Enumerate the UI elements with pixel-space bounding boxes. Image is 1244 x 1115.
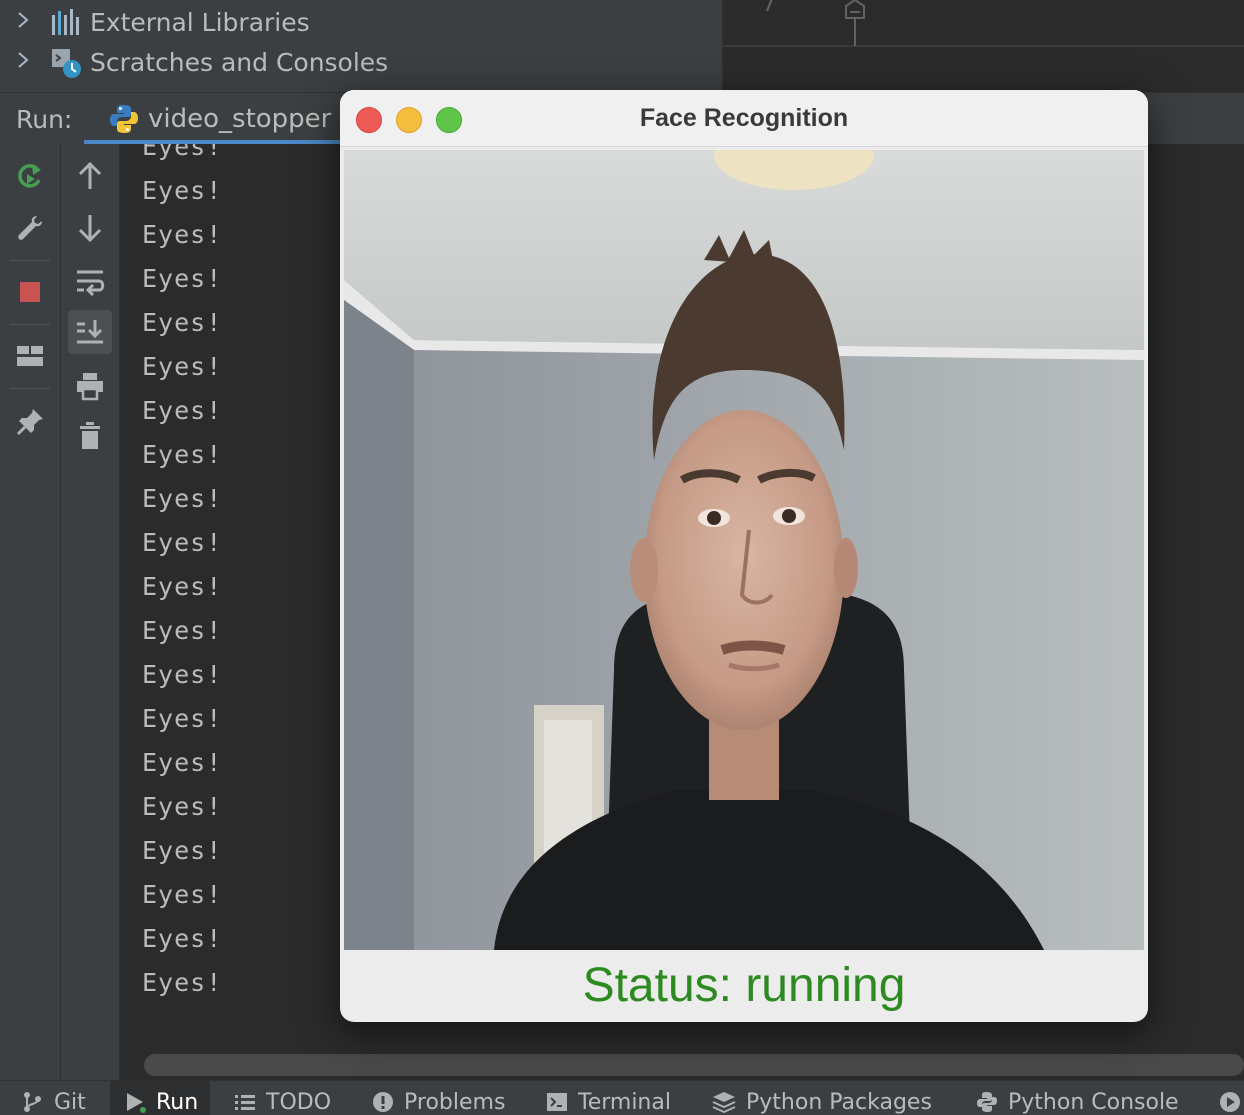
window-titlebar[interactable]: Face Recognition	[340, 90, 1148, 147]
services-icon	[1218, 1091, 1242, 1113]
bottom-tab-todo[interactable]: TODO	[234, 1081, 331, 1115]
tree-item-label: External Libraries	[90, 7, 310, 37]
toolbar-separator	[10, 260, 50, 261]
run-tab-video-stopper[interactable]: video_stopper	[98, 93, 331, 145]
bottom-tab-terminal[interactable]: Terminal	[546, 1081, 671, 1115]
wrench-icon	[18, 216, 42, 240]
console-line: Eyes!	[142, 176, 223, 205]
console-line: Eyes!	[142, 880, 223, 909]
clear-all-button[interactable]	[68, 414, 112, 458]
console-line: Eyes!	[142, 792, 223, 821]
bottom-tab-label: TODO	[266, 1089, 332, 1115]
arrow-up-icon	[78, 161, 102, 189]
chevron-right-icon[interactable]	[16, 10, 40, 34]
packages-icon	[712, 1091, 736, 1113]
tree-item-label: Scratches and Consoles	[90, 47, 389, 77]
problems-icon	[372, 1091, 394, 1113]
rerun-button[interactable]	[8, 154, 52, 198]
console-line: Eyes!	[142, 616, 223, 645]
python-icon	[108, 103, 140, 135]
run-toolbar-primary	[0, 144, 61, 1080]
toolbar-separator	[10, 324, 50, 325]
tree-item-scratches[interactable]: Scratches and Consoles	[0, 42, 388, 82]
print-button[interactable]	[68, 364, 112, 408]
window-title: Face Recognition	[639, 104, 849, 132]
print-icon	[77, 373, 103, 401]
bottom-tab-services[interactable]	[1218, 1081, 1244, 1115]
stop-icon	[20, 282, 40, 302]
layout-button[interactable]	[8, 334, 52, 378]
bottom-tab-python-packages[interactable]: Python Packages	[712, 1081, 932, 1115]
scroll-up-button[interactable]	[68, 154, 112, 198]
console-line: Eyes!	[142, 704, 223, 733]
console-line: Eyes!	[142, 924, 223, 953]
console-line: Eyes!	[142, 748, 223, 777]
pin-tab-button[interactable]	[8, 400, 52, 444]
run-tab-label: video_stopper	[148, 104, 332, 134]
edit-config-button[interactable]	[8, 206, 52, 250]
pin-icon	[16, 409, 43, 436]
bottom-tab-label: Run	[156, 1089, 199, 1115]
console-line: Eyes!	[142, 352, 223, 381]
tree-item-external-libraries[interactable]: External Libraries	[0, 2, 310, 42]
library-icon	[50, 7, 84, 37]
console-line: Eyes!	[142, 144, 223, 161]
scroll-to-end-icon	[77, 320, 103, 344]
webcam-image	[344, 150, 1144, 950]
trash-icon	[80, 422, 100, 449]
console-line: Eyes!	[142, 660, 223, 689]
soft-wrap-button[interactable]	[68, 260, 112, 304]
python-console-icon	[976, 1091, 998, 1113]
run-toolbar-secondary	[61, 144, 120, 1080]
console-line: Eyes!	[142, 396, 223, 425]
face-recognition-window: Face Recognition Status: running	[340, 90, 1148, 1022]
fold-marker-icon[interactable]	[842, 0, 868, 46]
scroll-down-button[interactable]	[68, 206, 112, 250]
soft-wrap-icon	[77, 270, 105, 296]
console-line: Eyes!	[142, 572, 223, 601]
console-line: Eyes!	[142, 220, 223, 249]
bottom-tab-git[interactable]: Git	[22, 1081, 86, 1115]
editor-divider	[722, 45, 1244, 47]
todo-list-icon	[234, 1092, 256, 1112]
stop-button[interactable]	[8, 270, 52, 314]
run-label: Run:	[16, 105, 73, 134]
layout-icon	[17, 346, 43, 366]
console-line: Eyes!	[142, 528, 223, 557]
bottom-tab-python-console[interactable]: Python Console	[976, 1081, 1179, 1115]
scratches-icon	[50, 47, 84, 78]
console-line: Eyes!	[142, 968, 223, 997]
rerun-icon	[18, 164, 41, 188]
webcam-video-frame	[344, 150, 1144, 950]
code-docstring[interactable]: """	[870, 0, 900, 11]
bottom-tool-strip: Git Run TODO Problems Terminal Python Pa…	[0, 1080, 1244, 1115]
bottom-tab-label: Python Packages	[746, 1089, 932, 1115]
bottom-tab-label: Python Console	[1008, 1089, 1179, 1115]
arrow-down-icon	[78, 215, 102, 243]
console-line: Eyes!	[142, 440, 223, 469]
bottom-tab-label: Git	[54, 1089, 86, 1115]
bottom-tab-run[interactable]: Run	[110, 1081, 210, 1115]
toolbar-separator	[10, 388, 50, 389]
console-line: Eyes!	[142, 484, 223, 513]
chevron-right-icon[interactable]	[16, 50, 40, 74]
status-text: Status: running	[582, 959, 906, 1012]
run-icon	[124, 1091, 146, 1113]
bottom-tab-label: Terminal	[578, 1089, 671, 1115]
horizontal-scrollbar[interactable]	[144, 1054, 1244, 1076]
bottom-tab-label: Problems	[404, 1089, 506, 1115]
console-line: Eyes!	[142, 308, 223, 337]
line-number: 7	[762, 0, 776, 17]
git-branch-icon	[22, 1091, 44, 1113]
bottom-tab-problems[interactable]: Problems	[372, 1081, 505, 1115]
terminal-icon	[546, 1091, 568, 1113]
scroll-to-end-button[interactable]	[68, 310, 112, 354]
project-tree: External Libraries Scratches and Console…	[0, 0, 722, 92]
console-line: Eyes!	[142, 264, 223, 293]
console-line: Eyes!	[142, 836, 223, 865]
